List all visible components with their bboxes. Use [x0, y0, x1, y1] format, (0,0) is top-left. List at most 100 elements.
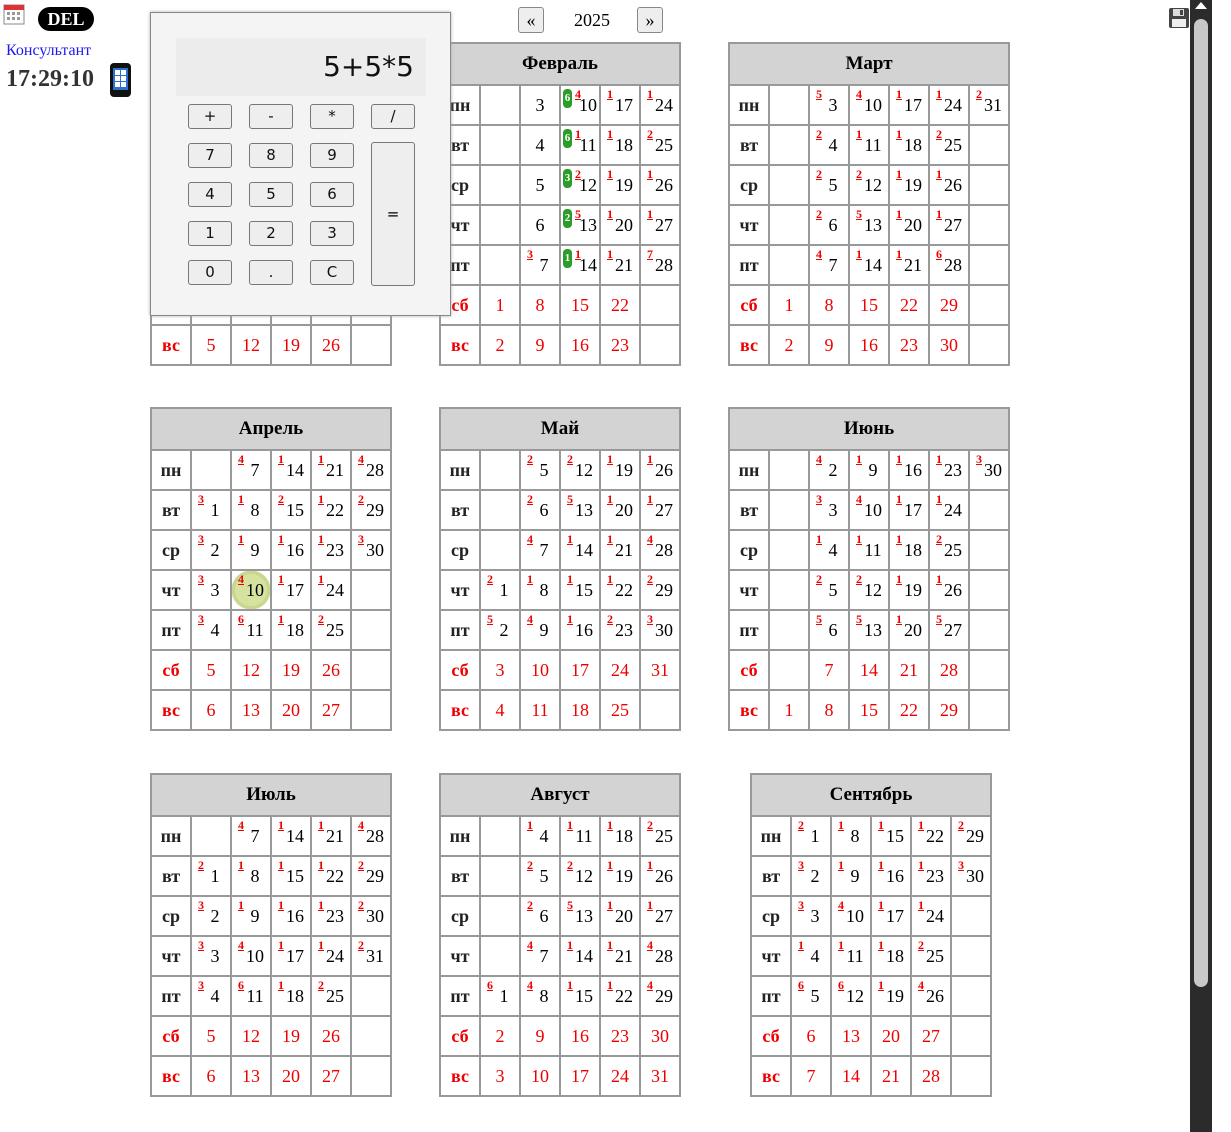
- event-count-badge[interactable]: 2: [527, 859, 533, 871]
- event-count-badge[interactable]: 1: [607, 208, 613, 220]
- day-cell[interactable]: 2 25: [928, 124, 970, 166]
- day-cell[interactable]: 1 18: [599, 815, 641, 857]
- event-count-badge[interactable]: 2: [487, 573, 493, 585]
- day-cell[interactable]: 4 28: [639, 935, 681, 977]
- day-cell[interactable]: 21: [870, 1055, 912, 1097]
- day-cell[interactable]: 1 24: [928, 84, 970, 126]
- event-count-badge[interactable]: 1: [278, 533, 284, 545]
- day-cell[interactable]: 47: [519, 935, 561, 977]
- calc-key-5[interactable]: 5: [249, 182, 293, 207]
- event-count-badge[interactable]: 1: [647, 208, 653, 220]
- day-cell[interactable]: 1 23: [310, 529, 352, 571]
- day-cell[interactable]: 26: [310, 649, 352, 691]
- day-cell[interactable]: 3 30: [350, 529, 392, 571]
- day-cell[interactable]: 18: [230, 489, 272, 531]
- day-cell[interactable]: 1 18: [599, 124, 641, 166]
- event-count-badge[interactable]: 1: [856, 453, 862, 465]
- event-count-badge[interactable]: 3: [798, 859, 804, 871]
- day-cell[interactable]: 3: [479, 649, 521, 691]
- day-cell[interactable]: 2: [768, 324, 810, 366]
- event-count-badge[interactable]: 3: [798, 899, 804, 911]
- event-count-badge[interactable]: 2: [976, 88, 982, 100]
- day-cell[interactable]: 19: [270, 1015, 312, 1057]
- day-cell[interactable]: 4 10: [848, 84, 890, 126]
- day-cell[interactable]: 5 13: [848, 204, 890, 246]
- event-count-badge[interactable]: 1: [838, 939, 844, 951]
- day-cell[interactable]: 6: [190, 689, 232, 731]
- day-cell[interactable]: 3 30: [639, 609, 681, 651]
- event-count-badge[interactable]: 4: [238, 573, 244, 585]
- day-cell[interactable]: 20: [270, 689, 312, 731]
- day-cell[interactable]: 1 21: [599, 935, 641, 977]
- event-count-badge[interactable]: 3: [358, 533, 364, 545]
- calc-key-2[interactable]: 2: [249, 221, 293, 246]
- day-cell[interactable]: 1 16: [270, 895, 312, 937]
- event-count-badge[interactable]: 1: [567, 533, 573, 545]
- event-count-badge[interactable]: 4: [918, 979, 924, 991]
- day-cell[interactable]: 17: [559, 649, 601, 691]
- day-cell[interactable]: 61: [479, 975, 521, 1017]
- green-count-badge[interactable]: 3: [563, 169, 572, 188]
- day-cell[interactable]: 31: [190, 489, 232, 531]
- day-cell[interactable]: 14: [808, 529, 850, 571]
- event-count-badge[interactable]: 1: [607, 453, 613, 465]
- event-count-badge[interactable]: 2: [856, 168, 862, 180]
- day-cell[interactable]: 27: [310, 1055, 352, 1097]
- calc-key-clear[interactable]: C: [310, 260, 354, 285]
- day-cell[interactable]: 3 30: [968, 449, 1010, 491]
- event-count-badge[interactable]: 1: [896, 208, 902, 220]
- event-count-badge[interactable]: 4: [358, 453, 364, 465]
- event-count-badge[interactable]: 1: [918, 859, 924, 871]
- day-cell[interactable]: 29: [928, 689, 970, 731]
- day-cell[interactable]: 4 26: [910, 975, 952, 1017]
- day-cell[interactable]: 1 18: [870, 935, 912, 977]
- day-cell[interactable]: 1 26: [639, 855, 681, 897]
- event-count-badge[interactable]: 2: [358, 939, 364, 951]
- event-count-badge[interactable]: 2: [816, 168, 822, 180]
- day-cell[interactable]: 32: [190, 895, 232, 937]
- event-count-badge[interactable]: 6: [936, 248, 942, 260]
- event-count-badge[interactable]: 1: [278, 453, 284, 465]
- event-count-badge[interactable]: 1: [896, 533, 902, 545]
- day-cell[interactable]: 1 20: [599, 204, 641, 246]
- day-cell[interactable]: 1 20: [599, 895, 641, 937]
- event-count-badge[interactable]: 1: [238, 859, 244, 871]
- day-cell[interactable]: 2 25: [639, 815, 681, 857]
- event-count-badge[interactable]: 1: [647, 88, 653, 100]
- event-count-badge[interactable]: 2: [936, 128, 942, 140]
- day-cell[interactable]: 26: [519, 895, 561, 937]
- day-cell[interactable]: 25: [808, 569, 850, 611]
- event-count-badge[interactable]: 1: [278, 613, 284, 625]
- day-cell[interactable]: 1 16: [888, 449, 930, 491]
- day-cell[interactable]: 20: [870, 1015, 912, 1057]
- day-cell[interactable]: 2 25: [928, 529, 970, 571]
- day-cell[interactable]: 4 10: [230, 569, 272, 611]
- calc-key-8[interactable]: 8: [249, 143, 293, 168]
- event-count-badge[interactable]: 1: [878, 899, 884, 911]
- day-cell[interactable]: 2 25: [310, 975, 352, 1017]
- event-count-badge[interactable]: 1: [567, 819, 573, 831]
- day-cell[interactable]: 9: [519, 1015, 561, 1057]
- event-count-badge[interactable]: 1: [856, 533, 862, 545]
- event-count-badge[interactable]: 4: [527, 979, 533, 991]
- day-cell[interactable]: 26: [519, 489, 561, 531]
- day-cell[interactable]: 4 28: [350, 449, 392, 491]
- event-count-badge[interactable]: 1: [607, 533, 613, 545]
- event-count-badge[interactable]: 1: [318, 493, 324, 505]
- day-cell[interactable]: 2 31: [968, 84, 1010, 126]
- event-count-badge[interactable]: 5: [567, 899, 573, 911]
- event-count-badge[interactable]: 1: [607, 493, 613, 505]
- day-cell[interactable]: 1 20: [888, 609, 930, 651]
- event-count-badge[interactable]: 2: [358, 899, 364, 911]
- event-count-badge[interactable]: 2: [816, 128, 822, 140]
- day-cell[interactable]: 33: [790, 895, 832, 937]
- day-cell[interactable]: 8: [808, 689, 850, 731]
- event-count-badge[interactable]: 3: [198, 533, 204, 545]
- event-count-badge[interactable]: 5: [816, 88, 822, 100]
- event-count-badge[interactable]: 1: [278, 939, 284, 951]
- day-cell[interactable]: 34: [190, 609, 232, 651]
- day-cell[interactable]: 49: [519, 609, 561, 651]
- event-count-badge[interactable]: 2: [647, 819, 653, 831]
- event-count-badge[interactable]: 1: [567, 573, 573, 585]
- day-cell[interactable]: 6: [190, 1055, 232, 1097]
